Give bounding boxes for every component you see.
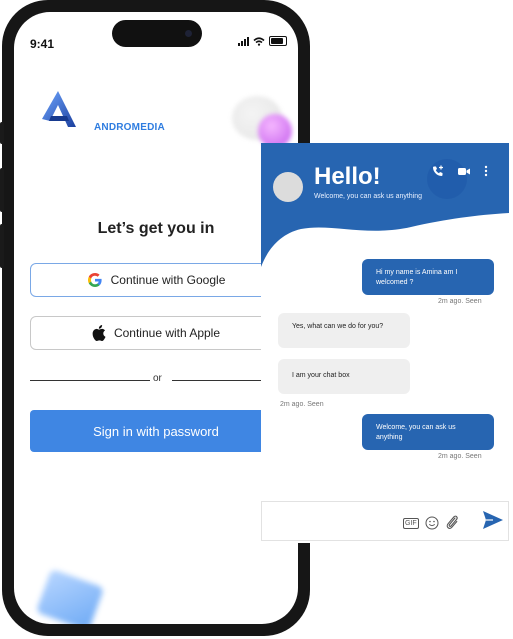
wifi-icon xyxy=(253,36,265,46)
message-input[interactable] xyxy=(266,506,400,538)
dynamic-island xyxy=(112,20,202,47)
chat-title: Hello! xyxy=(314,163,381,190)
sign-in-button-label: Sign in with password xyxy=(93,423,219,439)
send-icon[interactable] xyxy=(483,511,503,529)
chat-header-actions xyxy=(432,165,488,177)
chat-header: Hello! Welcome, you can ask us anything xyxy=(261,143,509,273)
attachment-icon[interactable] xyxy=(445,514,459,531)
status-icons xyxy=(238,36,287,46)
message-incoming: Yes, what can we do for you? xyxy=(278,313,410,348)
apple-icon xyxy=(92,325,106,341)
android-a-logo xyxy=(40,89,80,134)
apple-button-label: Continue with Apple xyxy=(113,326,221,340)
brand-name: ANDROMEDIA xyxy=(94,122,165,133)
phone-add-icon[interactable] xyxy=(432,165,444,177)
status-time: 9:41 xyxy=(30,37,55,51)
emoji-icon[interactable] xyxy=(425,516,439,530)
page-title: Let’s get you in xyxy=(97,220,215,237)
message-meta: 2m ago. Seen xyxy=(438,298,482,305)
message-outgoing: Hi my name is Amina am I welcomed ? xyxy=(362,259,494,295)
sign-in-with-password-button[interactable]: Sign in with password xyxy=(30,410,282,452)
chat-composer: GIF xyxy=(261,501,509,541)
chat-subtitle: Welcome, you can ask us anything xyxy=(314,193,423,200)
more-vertical-icon[interactable] xyxy=(484,165,488,177)
divider-text: or xyxy=(153,373,162,384)
google-icon xyxy=(87,273,102,287)
phone-action-button xyxy=(0,122,4,144)
continue-with-apple-button[interactable]: Continue with Apple xyxy=(30,316,282,350)
message-meta: 2m ago. Seen xyxy=(438,453,482,460)
signal-icon xyxy=(238,36,249,46)
chat-widget: Hello! Welcome, you can ask us anything … xyxy=(261,143,509,543)
message-incoming: I am your chat box xyxy=(278,359,410,394)
google-button-label: Continue with Google xyxy=(110,273,226,287)
continue-with-google-button[interactable]: Continue with Google xyxy=(30,263,282,297)
video-icon[interactable] xyxy=(458,167,470,176)
phone-screen: 9:41 ANDROMEDIA Let’s get you in Continu… xyxy=(14,12,298,624)
phone-volume-down xyxy=(0,224,4,268)
message-meta: 2m ago. Seen xyxy=(280,401,324,408)
header-wave-background xyxy=(261,143,509,267)
decorative-chat-bubble xyxy=(35,568,105,624)
or-divider: or xyxy=(30,373,282,386)
message-outgoing: Welcome, you can ask us anything xyxy=(362,414,494,450)
battery-icon xyxy=(269,36,287,46)
phone-volume-up xyxy=(0,168,4,212)
avatar xyxy=(273,172,303,202)
gif-button[interactable]: GIF xyxy=(403,518,419,529)
